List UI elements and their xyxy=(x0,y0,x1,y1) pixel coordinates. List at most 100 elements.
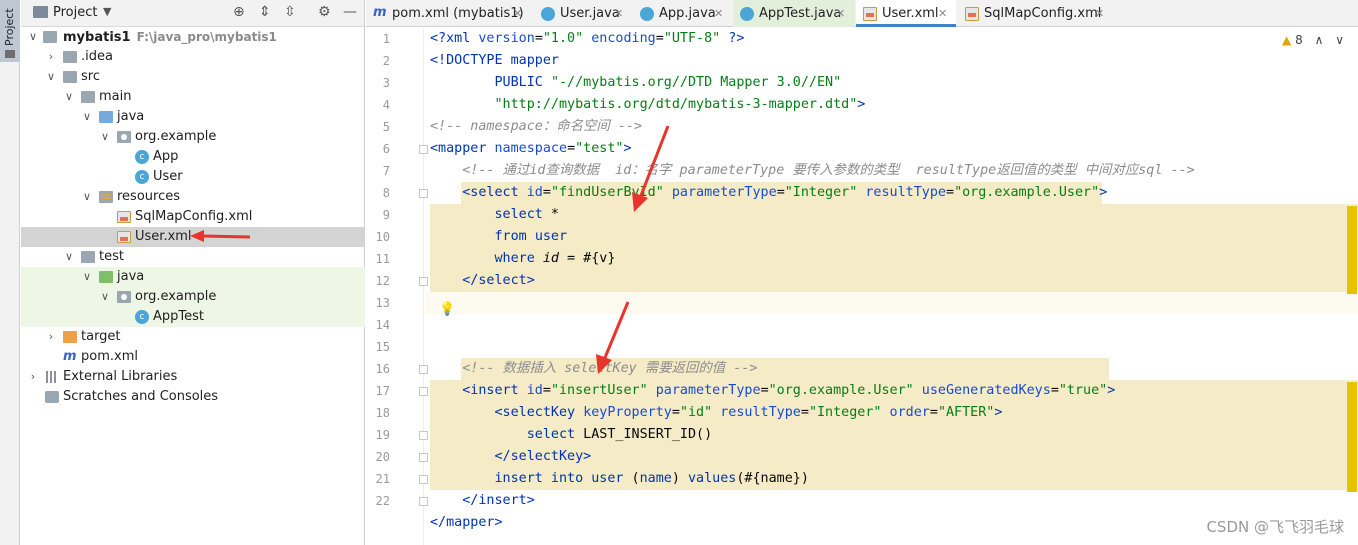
line-number: 16 xyxy=(375,362,390,376)
project-panel-title[interactable]: Project xyxy=(53,5,97,20)
tree-node-pom[interactable]: m pom.xml xyxy=(21,347,365,367)
java-class-icon: c xyxy=(135,310,149,324)
chevron-down-icon[interactable]: ∨ xyxy=(81,267,93,287)
gear-icon[interactable]: ⚙ xyxy=(318,4,331,20)
annotation-arrow-icon xyxy=(190,230,251,242)
scroll-mark[interactable] xyxy=(1347,206,1357,294)
close-icon[interactable]: ✕ xyxy=(1095,0,1104,27)
warning-count: 8 xyxy=(1295,33,1303,47)
chevron-down-icon[interactable]: ∨ xyxy=(45,67,57,87)
tab-sqlmapconfig-xml[interactable]: SqlMapConfig.xml ✕ xyxy=(958,0,1114,27)
line-number: 12 xyxy=(375,274,390,288)
tree-label: App xyxy=(153,149,179,164)
collapse-all-icon[interactable]: ⇳ xyxy=(284,4,296,20)
java-class-icon xyxy=(640,7,654,21)
close-icon[interactable]: ✕ xyxy=(714,0,723,27)
tree-label: User.xml xyxy=(135,229,192,244)
tab-app-java[interactable]: App.java ✕ xyxy=(633,0,733,27)
chevron-down-icon[interactable]: ∨ xyxy=(81,187,93,207)
resources-folder-icon xyxy=(99,191,113,203)
tab-label: User.java xyxy=(560,6,620,21)
chevron-right-icon[interactable]: › xyxy=(45,327,57,347)
code-line-11: where id = #{v} xyxy=(494,251,616,266)
close-icon[interactable]: ✕ xyxy=(938,0,947,27)
tab-apptest-java[interactable]: AppTest.java ✕ xyxy=(733,0,855,27)
expand-all-icon[interactable]: ⇕ xyxy=(259,4,271,20)
code-area[interactable]: <?xml version="1.0" encoding="UTF-8" ?> … xyxy=(425,28,1358,545)
chevron-down-icon[interactable]: ▼ xyxy=(103,5,111,18)
xml-file-icon xyxy=(965,7,979,21)
chevron-right-icon[interactable]: › xyxy=(27,367,39,387)
chevron-right-icon[interactable]: › xyxy=(45,47,57,67)
tree-node-user[interactable]: c User xyxy=(21,167,365,187)
tab-pom-xml[interactable]: m pom.xml (mybatis1) ✕ xyxy=(366,0,534,27)
tab-user-java[interactable]: User.java ✕ xyxy=(534,0,633,27)
folder-icon xyxy=(81,91,95,103)
line-number: 4 xyxy=(382,98,390,112)
tree-node-apptest[interactable]: c AppTest xyxy=(21,307,365,327)
tree-node-target[interactable]: › target xyxy=(21,327,365,347)
tree-label: resources xyxy=(117,189,181,204)
tree-label: Scratches and Consoles xyxy=(63,389,219,404)
tree-label: java xyxy=(117,109,145,124)
annotation-arrow-icon xyxy=(596,301,630,374)
tree-label: org.example xyxy=(135,129,217,144)
chevron-down-icon[interactable]: ∨ xyxy=(81,107,93,127)
tree-node-main[interactable]: ∨ main xyxy=(21,87,365,107)
tree-label: test xyxy=(99,249,124,264)
line-number: 2 xyxy=(382,54,390,68)
tree-node-test[interactable]: ∨ test xyxy=(21,247,365,267)
editor: m pom.xml (mybatis1) ✕ User.java ✕ App.j… xyxy=(366,0,1358,545)
tree-node-app[interactable]: c App xyxy=(21,147,365,167)
chevron-down-icon[interactable]: ∨ xyxy=(1335,33,1344,47)
tree-node-mybatis1[interactable]: ∨ mybatis1 F:\java_pro\mybatis1 xyxy=(21,27,365,47)
folder-icon xyxy=(81,251,95,263)
code-line-7: <!-- 通过id查询数据 id：名字 parameterType 要传入参数的… xyxy=(430,163,1195,178)
project-tool-window-tab[interactable]: Project xyxy=(0,0,20,62)
package-icon xyxy=(117,291,131,303)
tab-user-xml[interactable]: User.xml ✕ xyxy=(856,0,956,27)
line-number: 11 xyxy=(375,252,390,266)
line-number: 13 xyxy=(375,296,390,310)
warning-icon: ▲ xyxy=(1282,33,1292,47)
tree-node-test-org-example[interactable]: ∨ org.example xyxy=(21,287,365,307)
code-line-4: "http://mybatis.org/dtd/mybatis-3-mapper… xyxy=(494,97,866,112)
tree-node-external-libraries[interactable]: › External Libraries xyxy=(21,367,365,387)
tree-label: pom.xml xyxy=(81,349,138,364)
tree-node-src[interactable]: ∨ src xyxy=(21,67,365,87)
tree-node-sqlmapconfig[interactable]: SqlMapConfig.xml xyxy=(21,207,365,227)
line-number: 5 xyxy=(382,120,390,134)
code-line-5: <!-- namespace：命名空间 --> xyxy=(430,119,643,134)
tree-node-test-java[interactable]: ∨ java xyxy=(21,267,365,287)
chevron-down-icon[interactable]: ∨ xyxy=(99,287,111,307)
project-icon xyxy=(5,50,15,58)
code-line-6: <mapper namespace="test"> xyxy=(430,141,632,156)
tree-node-idea[interactable]: › .idea xyxy=(21,47,365,67)
close-icon[interactable]: ✕ xyxy=(836,0,845,27)
inspection-widget[interactable]: ▲ 8 ∧ ∨ xyxy=(1282,33,1344,47)
excluded-folder-icon xyxy=(63,331,77,343)
tree-label: mybatis1 F:\java_pro\mybatis1 xyxy=(63,30,277,45)
hide-icon[interactable]: — xyxy=(343,4,357,20)
code-line-17: <selectKey keyProperty="id" resultType="… xyxy=(430,405,1003,420)
chevron-down-icon[interactable]: ∨ xyxy=(63,87,75,107)
chevron-down-icon[interactable]: ∨ xyxy=(99,127,111,147)
locate-icon[interactable]: ⊕ xyxy=(233,4,245,20)
source-folder-icon xyxy=(99,111,113,123)
folder-icon xyxy=(43,31,57,43)
tree-node-scratches[interactable]: Scratches and Consoles xyxy=(21,387,365,407)
chevron-down-icon[interactable]: ∨ xyxy=(63,247,75,267)
lightbulb-icon[interactable]: 💡 xyxy=(439,302,455,317)
tree-node-org-example[interactable]: ∨ org.example xyxy=(21,127,365,147)
close-icon[interactable]: ✕ xyxy=(513,0,522,27)
line-number: 15 xyxy=(375,340,390,354)
tree-node-resources[interactable]: ∨ resources xyxy=(21,187,365,207)
chevron-up-icon[interactable]: ∧ xyxy=(1315,33,1324,47)
line-number: 17 xyxy=(375,384,390,398)
line-number: 14 xyxy=(375,318,390,332)
code-line-16: <insert id="insertUser" parameterType="o… xyxy=(430,383,1116,398)
chevron-down-icon[interactable]: ∨ xyxy=(27,27,39,47)
close-icon[interactable]: ✕ xyxy=(614,0,623,27)
tree-node-java[interactable]: ∨ java xyxy=(21,107,365,127)
scroll-mark[interactable] xyxy=(1347,382,1357,492)
